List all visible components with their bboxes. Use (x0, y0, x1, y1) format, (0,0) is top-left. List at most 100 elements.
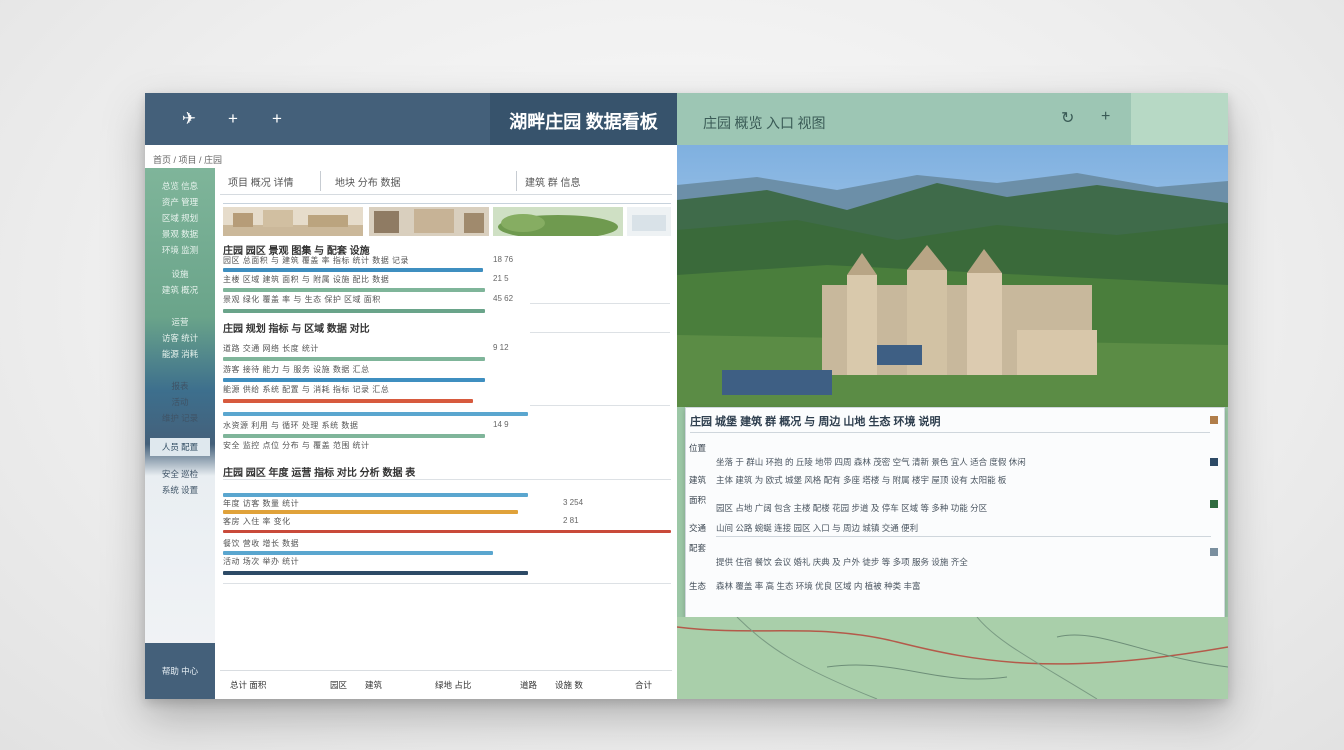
sidebar-item-security[interactable]: 安全 巡检 (150, 468, 210, 480)
sidebar-item-planning[interactable]: 区域 规划 (150, 212, 210, 224)
plus-icon[interactable]: + (265, 107, 289, 131)
row-value: 21 5 (493, 274, 509, 283)
row-bar (223, 412, 528, 416)
info-text: 园区 占地 广阔 包含 主楼 配楼 花园 步道 及 停车 区域 等 多种 功能 … (716, 503, 988, 513)
data-row: 安全 监控 点位 分布 与 覆盖 范围 统计 (223, 440, 671, 453)
sidebar-item-maintenance[interactable]: 维护 记录 (150, 412, 210, 424)
estate-aerial-photo (677, 145, 1228, 407)
sidebar-item-environment[interactable]: 环境 监测 (150, 244, 210, 256)
info-text: 坐落 于 群山 环抱 的 丘陵 地带 四周 森林 茂密 空气 清新 景色 宜人 … (716, 457, 1026, 467)
footer-item: 建筑 (365, 680, 383, 690)
gallery-strip (223, 207, 671, 236)
tab-parcels[interactable]: 地块 分布 数据 (335, 174, 401, 189)
plus-icon[interactable]: + (1101, 108, 1110, 126)
row-label: 道路 交通 网络 长度 统计 (223, 344, 319, 353)
footer-item: 设施 数 (555, 680, 583, 690)
color-swatch (1210, 416, 1218, 424)
footer-item: 绿地 占比 (435, 680, 472, 690)
app-window: ✈ + + 湖畔庄园 数据看板 首页 / 项目 / 庄园 总览 信息 资产 管理… (145, 93, 1228, 699)
row-label: 景观 绿化 覆盖 率 与 生态 保护 区域 面积 (223, 295, 381, 304)
info-text: 提供 住宿 餐饮 会议 婚礼 庆典 及 户外 徒步 等 多项 服务 设施 齐全 (716, 557, 968, 567)
preview-toolbar: 庄园 概览 入口 视图 ↻ + (677, 93, 1228, 145)
metric-label: 客房 入住 率 变化 (223, 517, 291, 526)
sidebar: 总览 信息 资产 管理 区域 规划 景观 数据 环境 监测 设施 建筑 概况 运… (145, 168, 215, 699)
metric-row: 餐饮 营收 增长 数据 (223, 538, 671, 551)
sidebar-item-landscape[interactable]: 景观 数据 (150, 228, 210, 240)
sidebar-item-facilities[interactable]: 设施 (150, 268, 210, 280)
gallery-thumbnail[interactable] (369, 207, 489, 236)
data-row: 游客 接待 能力 与 服务 设施 数据 汇总 (223, 364, 671, 377)
sidebar-footer: 帮助 中心 (145, 643, 215, 699)
row-value: 18 76 (493, 255, 514, 264)
sidebar-item-staff[interactable]: 人员 配置 (150, 438, 210, 456)
metric-value: 2 81 (563, 516, 579, 525)
divider (530, 332, 670, 333)
info-card: 庄园 城堡 建筑 群 概况 与 周边 山地 生态 环境 说明 位置 坐落 于 群… (685, 407, 1225, 619)
footer-item: 总计 面积 (230, 680, 267, 690)
area-map[interactable] (677, 617, 1228, 699)
row-label: 游客 接待 能力 与 服务 设施 数据 汇总 (223, 365, 370, 374)
footer-item: 合计 (635, 680, 653, 690)
metric-label: 活动 场次 举办 统计 (223, 557, 300, 566)
row-label: 安全 监控 点位 分布 与 覆盖 范围 统计 (223, 441, 370, 450)
row-bar (223, 378, 485, 382)
info-text: 森林 覆盖 率 高 生态 环境 优良 区域 内 植被 种类 丰富 (716, 581, 921, 591)
divider (530, 405, 670, 406)
preview-tab[interactable] (1131, 93, 1228, 145)
refresh-icon[interactable]: ↻ (1061, 108, 1074, 128)
row-bar (223, 357, 485, 361)
sidebar-item-settings[interactable]: 系统 设置 (150, 484, 210, 496)
sidebar-item-operations[interactable]: 运营 (150, 316, 210, 328)
row-value: 45 62 (493, 294, 514, 303)
gallery-thumbnail[interactable] (223, 207, 363, 236)
color-swatch (1210, 500, 1218, 508)
divider (690, 432, 1210, 433)
metric-bar (223, 530, 671, 533)
row-label: 园区 总面积 与 建筑 覆盖 率 指标 统计 数据 记录 (223, 256, 410, 265)
page-title: 湖畔庄园 数据看板 (509, 112, 658, 132)
gallery-thumbnail[interactable] (493, 207, 623, 236)
info-title: 庄园 城堡 建筑 群 概况 与 周边 山地 生态 环境 说明 (690, 416, 941, 428)
info-label: 交通 (689, 523, 707, 533)
tab-divider (516, 171, 517, 191)
sidebar-item-visitors[interactable]: 访客 统计 (150, 332, 210, 344)
sidebar-item-reports[interactable]: 报表 (150, 380, 210, 392)
metric-bar (223, 571, 528, 575)
color-swatch (1210, 458, 1218, 466)
breadcrumb[interactable]: 首页 / 项目 / 庄园 (153, 153, 222, 166)
divider (716, 536, 1211, 537)
sidebar-item-events[interactable]: 活动 (150, 396, 210, 408)
info-text: 主体 建筑 为 欧式 城堡 风格 配有 多座 塔楼 与 附属 楼宇 屋顶 设有 … (716, 475, 1007, 485)
row-label: 主楼 区域 建筑 面积 与 附属 设施 配比 数据 (223, 275, 390, 284)
data-row: 园区 总面积 与 建筑 覆盖 率 指标 统计 数据 记录 18 76 (223, 255, 671, 268)
sidebar-item-assets[interactable]: 资产 管理 (150, 196, 210, 208)
info-label: 位置 (689, 443, 707, 453)
sidebar-item-overview[interactable]: 总览 信息 (150, 180, 210, 192)
tab-divider (320, 171, 321, 191)
metric-label: 餐饮 营收 增长 数据 (223, 539, 300, 548)
summary-footer: 总计 面积 园区 建筑 绿地 占比 道路 设施 数 合计 (220, 670, 672, 699)
plus-icon[interactable]: + (221, 107, 245, 131)
gallery-thumbnail[interactable] (627, 207, 671, 236)
row-value: 14 9 (493, 420, 509, 429)
metrics-title: 庄园 园区 年度 运营 指标 对比 分析 数据 表 (223, 468, 416, 479)
data-row: 道路 交通 网络 长度 统计 9 12 (223, 343, 671, 356)
info-label: 面积 (689, 495, 707, 505)
compass-icon[interactable]: ✈ (177, 107, 201, 131)
data-row: 能源 供给 系统 配置 与 消耗 指标 记录 汇总 (223, 384, 671, 397)
tab-buildings[interactable]: 建筑 群 信息 (525, 174, 581, 189)
metric-bar (223, 510, 518, 514)
metric-row: 活动 场次 举办 统计 (223, 556, 671, 569)
tab-overview[interactable]: 项目 概况 详情 (228, 174, 294, 189)
sidebar-item-buildings[interactable]: 建筑 概况 (150, 284, 210, 296)
help-link[interactable]: 帮助 中心 (150, 665, 210, 677)
sidebar-item-energy[interactable]: 能源 消耗 (150, 348, 210, 360)
data-row: 主楼 区域 建筑 面积 与 附属 设施 配比 数据 21 5 (223, 274, 671, 287)
row-bar (223, 288, 485, 292)
info-label: 建筑 (689, 475, 707, 485)
color-swatch (1210, 548, 1218, 556)
title-block: 湖畔庄园 数据看板 (490, 93, 677, 145)
preview-panel: 庄园 概览 入口 视图 ↻ + 庄园 城堡 建筑 群 概况 与 周边 山地 生态… (677, 93, 1228, 699)
divider (223, 583, 671, 584)
dashboard-panel: ✈ + + 湖畔庄园 数据看板 首页 / 项目 / 庄园 总览 信息 资产 管理… (145, 93, 677, 699)
